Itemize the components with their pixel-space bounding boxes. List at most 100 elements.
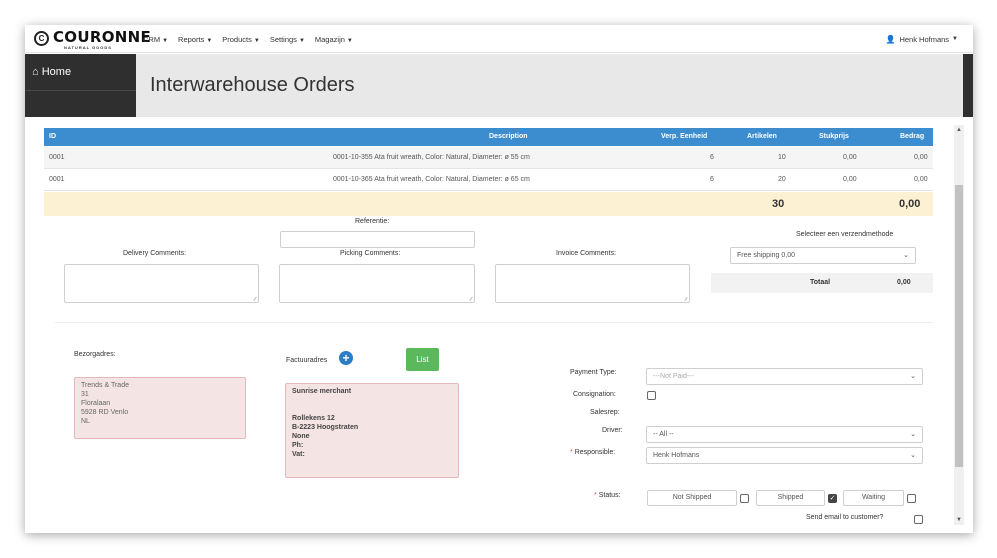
menu-magazijn-label: Magazijn xyxy=(314,34,345,44)
menu-crm-label: CRM xyxy=(143,34,161,44)
payment-type-select[interactable]: ---Not Paid--- ⌄ xyxy=(646,368,923,385)
main-menu: CRM ▼ Reports ▼ Products ▼ Settings ▼ Magazi… xyxy=(143,25,363,53)
caret-down-icon: ▼ xyxy=(206,37,213,44)
driver-value: -- All -- xyxy=(653,431,674,438)
consignation-label: Consignation: xyxy=(573,391,616,398)
send-email-label: Send email to customer? xyxy=(806,514,884,521)
address-line xyxy=(292,396,452,405)
page-header: Interwarehouse Orders xyxy=(136,54,963,117)
send-email-checkbox[interactable] xyxy=(914,515,923,524)
app-window: C COURONNE NATURAL GOODS CRM ▼ Reports ▼ P… xyxy=(25,25,973,533)
status-shipped: Shipped xyxy=(756,490,825,506)
sidebar: ⌂ Home xyxy=(25,54,136,117)
table-total-row: 30 0,00 xyxy=(44,192,933,216)
address-line: NL xyxy=(81,418,90,425)
chevron-down-icon: ⌄ xyxy=(910,373,916,380)
payment-type-label: Payment Type: xyxy=(570,369,617,376)
chevron-down-icon: ⌄ xyxy=(910,452,916,459)
not-shipped-checkbox[interactable] xyxy=(740,494,749,503)
sidebar-item-label: Home xyxy=(41,66,72,78)
col-header-verp: Verp. Eenheid xyxy=(661,133,708,140)
picking-comments-label: Picking Comments: xyxy=(340,250,401,257)
menu-products-label: Products xyxy=(222,34,252,44)
brand-logo[interactable]: C COURONNE NATURAL GOODS xyxy=(34,29,151,51)
status-not-shipped: Not Shipped xyxy=(647,490,737,506)
shipped-checkbox[interactable]: ✓ xyxy=(828,494,837,503)
status-waiting: Waiting xyxy=(843,490,904,506)
responsible-label: * Responsible: xyxy=(570,449,615,456)
total-artikelen: 30 xyxy=(772,198,785,210)
totaal-box: Totaal 0,00 xyxy=(711,273,933,293)
cell-stukprijs: 0,00 xyxy=(843,176,857,183)
invoice-comments-label: Invoice Comments: xyxy=(556,250,616,257)
menu-crm[interactable]: CRM ▼ xyxy=(143,35,168,44)
address-line: B-2223 Hoogstraten xyxy=(292,424,359,431)
bezorgadres-label: Bezorgadres: xyxy=(74,351,116,358)
consignation-checkbox[interactable] xyxy=(647,391,656,400)
required-marker: * xyxy=(594,492,597,499)
address-line: 31 xyxy=(81,391,89,398)
menu-reports[interactable]: Reports ▼ xyxy=(178,35,212,44)
bezorgadres-box: Trends & Trade 31 Floralaan 5928 RD Venl… xyxy=(74,377,246,439)
home-icon: ⌂ xyxy=(32,66,39,78)
waiting-checkbox[interactable] xyxy=(907,494,916,503)
responsible-value: Henk Hofmans xyxy=(653,452,700,459)
invoice-comments-textarea[interactable] xyxy=(495,264,690,303)
responsible-label-text: Responsible: xyxy=(574,449,616,456)
table-row[interactable]: 0001 0001-10-355 Ata fruit wreath, Color… xyxy=(44,147,933,169)
menu-products[interactable]: Products ▼ xyxy=(222,35,260,44)
menu-magazijn[interactable]: Magazijn ▼ xyxy=(315,35,353,44)
logo-tagline: NATURAL GOODS xyxy=(64,45,112,50)
scrollbar-thumb[interactable] xyxy=(955,185,963,467)
status-label: * Status: xyxy=(594,492,621,499)
payment-type-value: ---Not Paid--- xyxy=(653,373,694,380)
delivery-comments-textarea[interactable] xyxy=(64,264,259,303)
menu-settings[interactable]: Settings ▼ xyxy=(270,35,305,44)
delivery-comments-label: Delivery Comments: xyxy=(123,250,187,257)
add-address-icon[interactable]: + xyxy=(339,351,353,365)
menu-settings-label: Settings xyxy=(269,34,297,44)
sidebar-divider xyxy=(25,90,136,91)
user-menu[interactable]: 👤 Henk Hofmans ▼ xyxy=(885,25,958,53)
required-marker: * xyxy=(570,449,573,456)
list-button[interactable]: List xyxy=(406,348,439,371)
address-line: Floralaan xyxy=(81,400,111,407)
caret-down-icon: ▼ xyxy=(952,36,958,42)
section-divider xyxy=(55,322,933,323)
address-line: 5928 RD Venlo xyxy=(81,409,129,416)
caret-down-icon: ▼ xyxy=(298,37,305,44)
scroll-down-icon[interactable]: ▼ xyxy=(956,517,962,523)
address-line: Trends & Trade xyxy=(81,382,129,389)
cell-artikelen: 10 xyxy=(778,154,786,161)
responsible-select[interactable]: Henk Hofmans ⌄ xyxy=(646,447,923,464)
sidebar-item-home[interactable]: ⌂ Home xyxy=(32,66,71,78)
status-label-text: Status: xyxy=(598,492,621,499)
menu-reports-label: Reports xyxy=(178,34,205,44)
col-header-bedrag: Bedrag xyxy=(900,133,925,140)
driver-select[interactable]: -- All -- ⌄ xyxy=(646,426,923,443)
vertical-scrollbar[interactable]: ▲ ▼ xyxy=(954,125,964,525)
cell-artikelen: 20 xyxy=(778,176,786,183)
caret-down-icon: ▼ xyxy=(253,37,260,44)
factuuradres-label: Factuuradres xyxy=(286,357,328,364)
picking-comments-textarea[interactable] xyxy=(279,264,475,303)
cell-id: 0001 xyxy=(49,154,65,161)
top-navbar: C COURONNE NATURAL GOODS CRM ▼ Reports ▼ P… xyxy=(25,25,973,53)
address-line: None xyxy=(292,433,310,440)
cell-verp: 6 xyxy=(710,154,714,161)
referentie-label: Referentie: xyxy=(355,218,390,225)
table-row[interactable]: 0001 0001-10-365 Ata fruit wreath, Color… xyxy=(44,169,933,191)
col-header-id: ID xyxy=(49,133,56,140)
cell-description: 0001-10-365 Ata fruit wreath, Color: Nat… xyxy=(333,176,530,183)
address-line xyxy=(292,405,452,414)
address-line: Vat: xyxy=(292,451,305,458)
cell-bedrag: 0,00 xyxy=(914,154,928,161)
shipping-method-select[interactable]: Free shipping 0,00 ⌄ xyxy=(730,247,916,264)
salesrep-label: Salesrep: xyxy=(590,409,620,416)
referentie-input[interactable] xyxy=(280,231,475,248)
scroll-up-icon[interactable]: ▲ xyxy=(956,127,962,133)
address-line: Ph: xyxy=(292,442,304,449)
driver-label: Driver: xyxy=(602,427,623,434)
totaal-label: Totaal xyxy=(810,279,831,286)
logo-text: COURONNE xyxy=(53,28,151,46)
